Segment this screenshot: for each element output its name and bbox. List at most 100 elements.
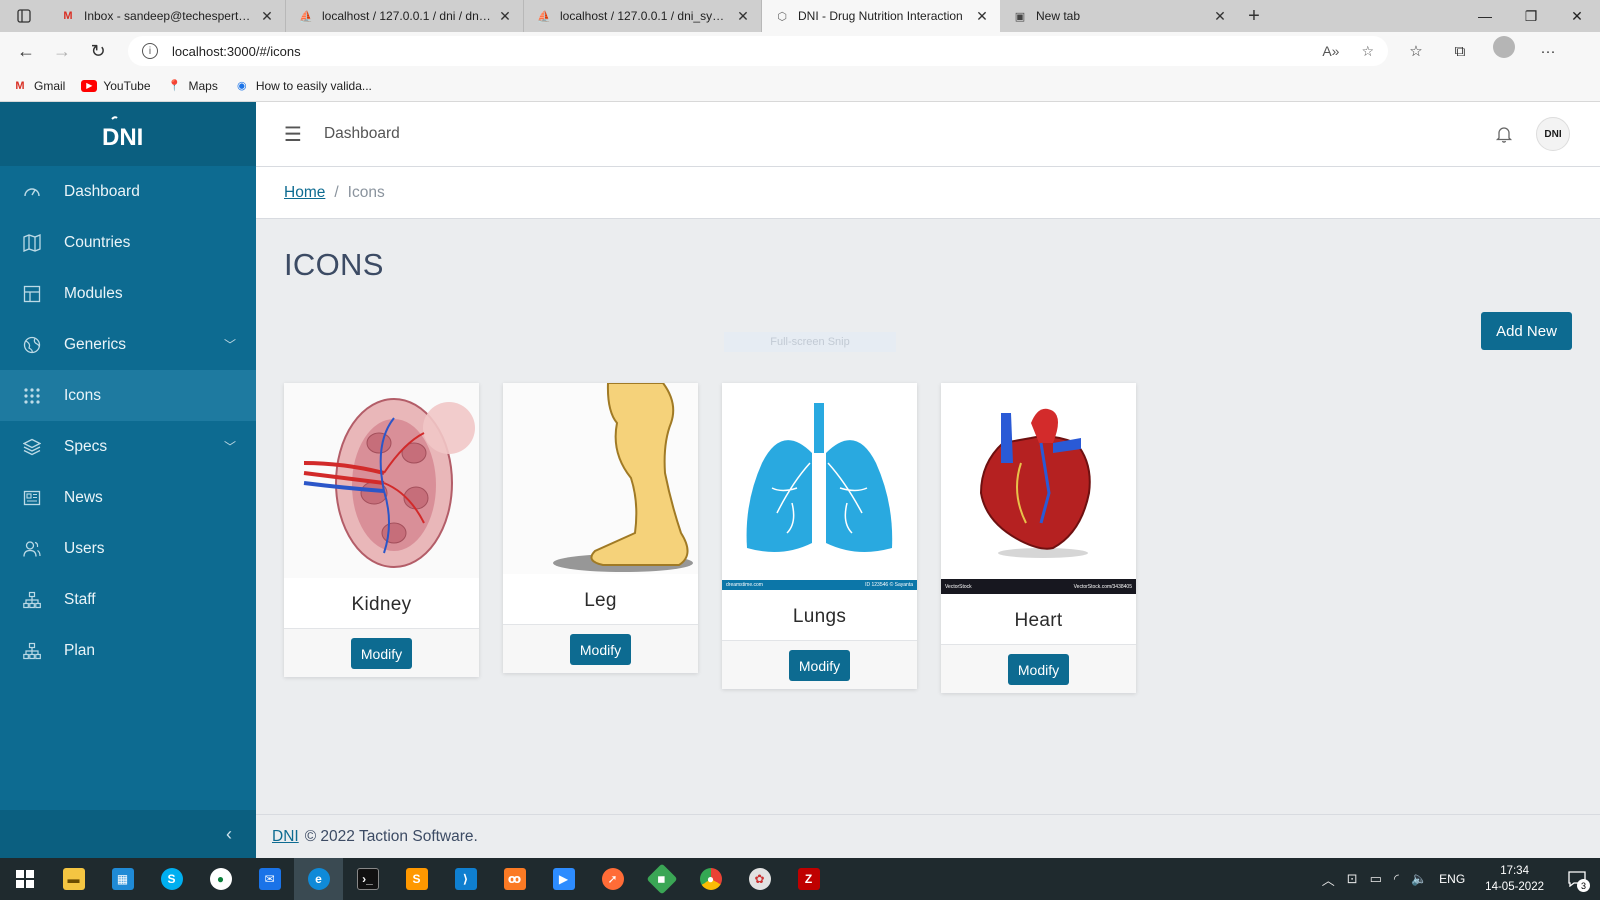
volume-icon[interactable]: 🔈: [1411, 871, 1427, 887]
url-input[interactable]: i localhost:3000/#/icons A» ☆: [128, 36, 1388, 66]
bookmark-gmail[interactable]: M Gmail: [12, 79, 65, 93]
browser-tab-gmail[interactable]: M Inbox - sandeep@techesperto.co ✕: [48, 0, 286, 32]
sidebar-item-countries[interactable]: Countries: [0, 217, 256, 268]
battery-icon[interactable]: ▭: [1370, 871, 1382, 887]
browser-tab-newtab[interactable]: ▣ New tab ✕: [1000, 0, 1238, 32]
minimize-icon[interactable]: —: [1462, 0, 1508, 32]
store-icon[interactable]: ▦: [98, 858, 147, 900]
modify-button[interactable]: Modify: [351, 638, 412, 669]
sidebar-item-plan[interactable]: Plan: [0, 625, 256, 676]
app-footer: DNI © 2022 Taction Software.: [256, 814, 1600, 858]
postman-icon[interactable]: ➚: [588, 858, 637, 900]
notification-center-icon[interactable]: 3: [1564, 866, 1590, 892]
top-header: ☰ Dashboard DNI: [256, 102, 1600, 167]
back-icon[interactable]: ←: [8, 36, 44, 66]
stock-watermark: VectorStock VectorStock.com/3438405: [941, 579, 1136, 594]
sidebar-item-dashboard[interactable]: Dashboard: [0, 166, 256, 217]
add-favorite-icon[interactable]: ☆: [1361, 43, 1374, 60]
sidebar-item-users[interactable]: Users: [0, 523, 256, 574]
profile-avatar[interactable]: [1493, 36, 1515, 58]
bookmark-label: Gmail: [34, 78, 66, 93]
hamburger-menu-icon[interactable]: ☰: [284, 122, 302, 147]
card-footer: Modify: [284, 629, 479, 677]
breadcrumb-separator: /: [334, 183, 339, 201]
sidebar-item-staff[interactable]: Staff: [0, 574, 256, 625]
info-icon[interactable]: i: [142, 43, 158, 59]
bookmarks-bar: M Gmail ▶ YouTube 📍 Maps ◉ How to easily…: [0, 70, 1600, 102]
bookmark-site[interactable]: ◉ How to easily valida...: [234, 79, 372, 93]
close-icon[interactable]: ✕: [497, 8, 513, 25]
more-options-icon[interactable]: ···: [1530, 36, 1566, 66]
mail-icon[interactable]: ✉: [245, 858, 294, 900]
chevron-down-icon[interactable]: ﹀: [224, 336, 236, 353]
header-dashboard-link[interactable]: Dashboard: [324, 125, 400, 143]
modify-button[interactable]: Modify: [789, 650, 850, 681]
snip-overlay-label: Full-screen Snip: [724, 332, 896, 352]
sublime-icon[interactable]: S: [392, 858, 441, 900]
browser-tab-phpmyadmin-1[interactable]: ⛵ localhost / 127.0.0.1 / dni / dni_ic ✕: [286, 0, 524, 32]
map-icon: [22, 233, 42, 253]
bookmark-maps[interactable]: 📍 Maps: [167, 79, 218, 93]
add-new-button[interactable]: Add New: [1481, 312, 1572, 350]
sidebar-item-news[interactable]: News: [0, 472, 256, 523]
reload-icon[interactable]: ↻: [80, 36, 116, 66]
meet-now-icon[interactable]: ⊡: [1347, 871, 1358, 887]
close-window-icon[interactable]: ✕: [1554, 0, 1600, 32]
xampp-icon[interactable]: ꝏ: [490, 858, 539, 900]
close-icon[interactable]: ✕: [974, 8, 990, 25]
chevron-up-icon[interactable]: ︿: [1322, 870, 1335, 889]
read-aloud-icon[interactable]: A»: [1322, 43, 1339, 60]
sidebar-brand[interactable]: DNI: [0, 102, 256, 166]
close-icon[interactable]: ✕: [1212, 8, 1228, 25]
chrome-icon[interactable]: ●: [686, 858, 735, 900]
git-icon[interactable]: ◆: [637, 858, 686, 900]
bookmark-youtube[interactable]: ▶ YouTube: [81, 79, 151, 93]
sidebar-item-label: Countries: [64, 233, 131, 251]
sourcetree-icon[interactable]: ●: [196, 858, 245, 900]
sidebar-item-modules[interactable]: Modules: [0, 268, 256, 319]
lungs-illustration: dreamstime.com ID 123546 © Sayanta: [722, 383, 917, 590]
youtube-icon: ▶: [81, 79, 98, 92]
zoom-icon[interactable]: ▶: [539, 858, 588, 900]
skype-icon[interactable]: S: [147, 858, 196, 900]
new-tab-button[interactable]: +: [1238, 0, 1270, 32]
language-indicator[interactable]: ENG: [1439, 872, 1465, 886]
bell-icon[interactable]: [1494, 124, 1514, 144]
modify-button[interactable]: Modify: [570, 634, 631, 665]
filezilla-icon[interactable]: Z: [784, 858, 833, 900]
sidebar-item-specs[interactable]: Specs ﹀: [0, 421, 256, 472]
favorites-icon[interactable]: ☆: [1398, 36, 1434, 66]
collections-icon[interactable]: ⧉: [1442, 36, 1478, 66]
close-icon[interactable]: ✕: [259, 8, 275, 25]
clock[interactable]: 17:34 14-05-2022: [1485, 863, 1544, 895]
avatar[interactable]: DNI: [1536, 117, 1570, 151]
people-icon: [22, 539, 42, 559]
windows-taskbar: ▬ ▦ S ● ✉ e ›_ S ⟩ ꝏ ▶ ➚ ◆ ● ✿ Z ︿ ⊡ ▭ ◜…: [0, 858, 1600, 900]
breadcrumb-home-link[interactable]: Home: [284, 184, 325, 202]
address-bar: ← → ↻ i localhost:3000/#/icons A» ☆ ☆ ⧉ …: [0, 32, 1600, 70]
close-icon[interactable]: ✕: [735, 8, 751, 25]
tab-title: New tab: [1036, 9, 1081, 23]
app-icon[interactable]: ✿: [735, 858, 784, 900]
newspaper-icon: [22, 488, 42, 508]
browser-tab-phpmyadmin-2[interactable]: ⛵ localhost / 127.0.0.1 / dni_systen ✕: [524, 0, 762, 32]
sidebar-item-icons[interactable]: Icons: [0, 370, 256, 421]
restore-icon[interactable]: ❐: [1508, 0, 1554, 32]
terminal-icon[interactable]: ›_: [343, 858, 392, 900]
footer-dni-link[interactable]: DNI: [272, 828, 299, 846]
sidebar-minimize-button[interactable]: ‹: [0, 810, 256, 858]
wifi-icon[interactable]: ◜: [1394, 871, 1399, 887]
sidebar-item-generics[interactable]: Generics ﹀: [0, 319, 256, 370]
file-explorer-icon[interactable]: ▬: [49, 858, 98, 900]
system-tray: ︿ ⊡ ▭ ◜ 🔈 ENG 17:34 14-05-2022 3: [1322, 863, 1600, 895]
forward-icon[interactable]: →: [44, 36, 80, 66]
windows-start-icon[interactable]: [0, 858, 49, 900]
chevron-down-icon[interactable]: ﹀: [224, 438, 236, 455]
edge-icon[interactable]: e: [294, 858, 343, 900]
watermark-left: dreamstime.com: [726, 582, 763, 588]
tab-actions-icon[interactable]: [0, 0, 48, 32]
browser-tab-dni[interactable]: ⬡ DNI - Drug Nutrition Interaction ✕: [762, 0, 1000, 32]
bookmark-site-icon: ◉: [237, 80, 247, 92]
vscode-icon[interactable]: ⟩: [441, 858, 490, 900]
modify-button[interactable]: Modify: [1008, 654, 1069, 685]
